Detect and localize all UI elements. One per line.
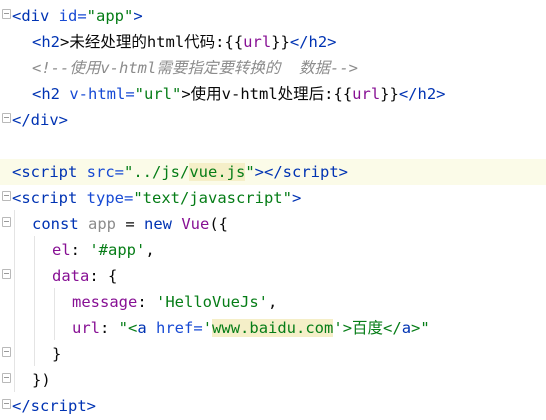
code-token: , <box>145 241 155 259</box>
code-token: src= <box>77 163 124 181</box>
code-token: ' <box>202 319 213 337</box>
fold-marker-icon[interactable] <box>2 269 11 279</box>
code-token: = <box>116 215 144 233</box>
code-token: > <box>133 7 143 25</box>
code-token: "app" <box>86 7 134 25</box>
code-line[interactable]: const app = new Vue({ <box>32 211 546 237</box>
code-token: <h2 <box>32 85 60 103</box>
code-token: ></script <box>254 163 339 181</box>
code-token: <h2 <box>32 33 60 51</box>
code-link[interactable]: www.baidu.com <box>212 319 334 337</box>
code-token: > <box>86 397 96 415</box>
code-line[interactable]: data: { <box>52 263 546 289</box>
code-token: url <box>352 85 381 103</box>
code-token: </h2 <box>398 85 437 103</box>
fold-marker-icon[interactable] <box>2 347 11 357</box>
code-token: ({ <box>209 215 228 233</box>
fold-marker-icon[interactable] <box>2 191 11 201</box>
code-token: Vue <box>172 215 210 233</box>
code-token: url <box>72 319 100 337</box>
fold-marker-icon[interactable] <box>2 373 11 383</box>
code-token: , <box>267 293 278 311</box>
code-line[interactable]: el: '#app', <box>52 237 546 263</box>
code-comment: <!--使用v-html需要指定要转换的 数据--> <box>32 59 358 77</box>
code-line[interactable]: <!--使用v-html需要指定要转换的 数据--> <box>32 55 546 81</box>
fold-marker-icon[interactable] <box>2 399 11 409</box>
code-token: const <box>32 215 79 233</box>
code-token: </h2 <box>289 33 328 51</box>
code-line[interactable]: <div id="app"> <box>12 3 546 29</box>
indent-guide <box>14 210 15 392</box>
code-token: <script <box>12 163 78 181</box>
code-token: ' <box>333 319 343 337</box>
code-token: data <box>52 267 90 285</box>
code-token: '#app' <box>89 241 146 259</box>
code-token: <script <box>12 189 78 207</box>
code-token: </div <box>12 111 59 129</box>
code-token: : <box>137 293 156 311</box>
code-line[interactable]: }) <box>32 367 546 393</box>
code-token: > <box>338 163 349 181</box>
indent-guide <box>54 288 55 340</box>
code-line-current[interactable]: <script src="../js/vue.js"></script> <box>0 159 546 185</box>
code-token: url <box>243 33 272 51</box>
code-token: : <box>70 241 90 259</box>
fold-marker-icon[interactable] <box>2 113 11 123</box>
code-token: > <box>327 33 337 51</box>
code-token: : { <box>89 267 118 285</box>
code-line[interactable]: <h2>未经处理的html代码:{{url}}</h2> <box>32 29 546 55</box>
code-token: type= <box>77 189 134 207</box>
code-token: }} <box>380 85 399 103</box>
code-line[interactable]: message: 'HelloVueJs', <box>72 289 546 315</box>
code-token: a <box>401 319 412 337</box>
code-token: > <box>436 85 446 103</box>
code-token: <div <box>12 7 50 25</box>
code-token: message <box>72 293 138 311</box>
code-token: id= <box>49 7 87 25</box>
code-token: a <box>137 319 147 337</box>
code-token: } <box>52 345 62 363</box>
code-token: }} <box>271 33 290 51</box>
code-token: 'HelloVueJs' <box>156 293 268 311</box>
code-line[interactable]: <script type="text/javascript"> <box>12 185 546 211</box>
code-token: >未经处理的html代码:{{ <box>60 33 244 51</box>
code-token: </script <box>12 397 87 415</box>
code-token: "text/javascript" <box>133 189 292 207</box>
code-line[interactable]: } <box>52 341 546 367</box>
code-token: el <box>52 241 71 259</box>
code-link[interactable]: vue.js <box>189 163 246 181</box>
code-token: >百度</ <box>342 319 402 337</box>
code-line[interactable]: <h2 v-html="url">使用v-html处理后:{{url}}</h2… <box>32 81 546 107</box>
code-token: new <box>144 215 172 233</box>
code-token: "../js/ <box>124 163 190 181</box>
fold-marker-icon[interactable] <box>2 217 11 227</box>
code-token: >" <box>411 319 430 337</box>
code-token: href= <box>146 319 203 337</box>
code-token: >使用v-html处理后:{{ <box>181 85 353 103</box>
code-token: : <box>100 319 119 337</box>
code-editor[interactable]: <div id="app"> <h2>未经处理的html代码:{{url}}</… <box>0 0 546 420</box>
code-token: "< <box>118 319 138 337</box>
fold-marker-icon[interactable] <box>2 9 11 19</box>
code-line[interactable]: url: "<a href='www.baidu.com'>百度</a>" <box>72 315 546 341</box>
code-token: "url" <box>134 85 182 103</box>
indent-guide <box>34 236 35 366</box>
code-line[interactable]: </script> <box>12 393 546 419</box>
code-token: }) <box>32 371 51 389</box>
code-token: v-html= <box>60 85 135 103</box>
code-token: > <box>58 111 69 129</box>
code-token: " <box>245 163 255 181</box>
code-line[interactable]: </div> <box>12 107 546 133</box>
editor-gutter <box>0 0 10 420</box>
code-token: app <box>78 215 116 233</box>
code-token: > <box>291 189 302 207</box>
